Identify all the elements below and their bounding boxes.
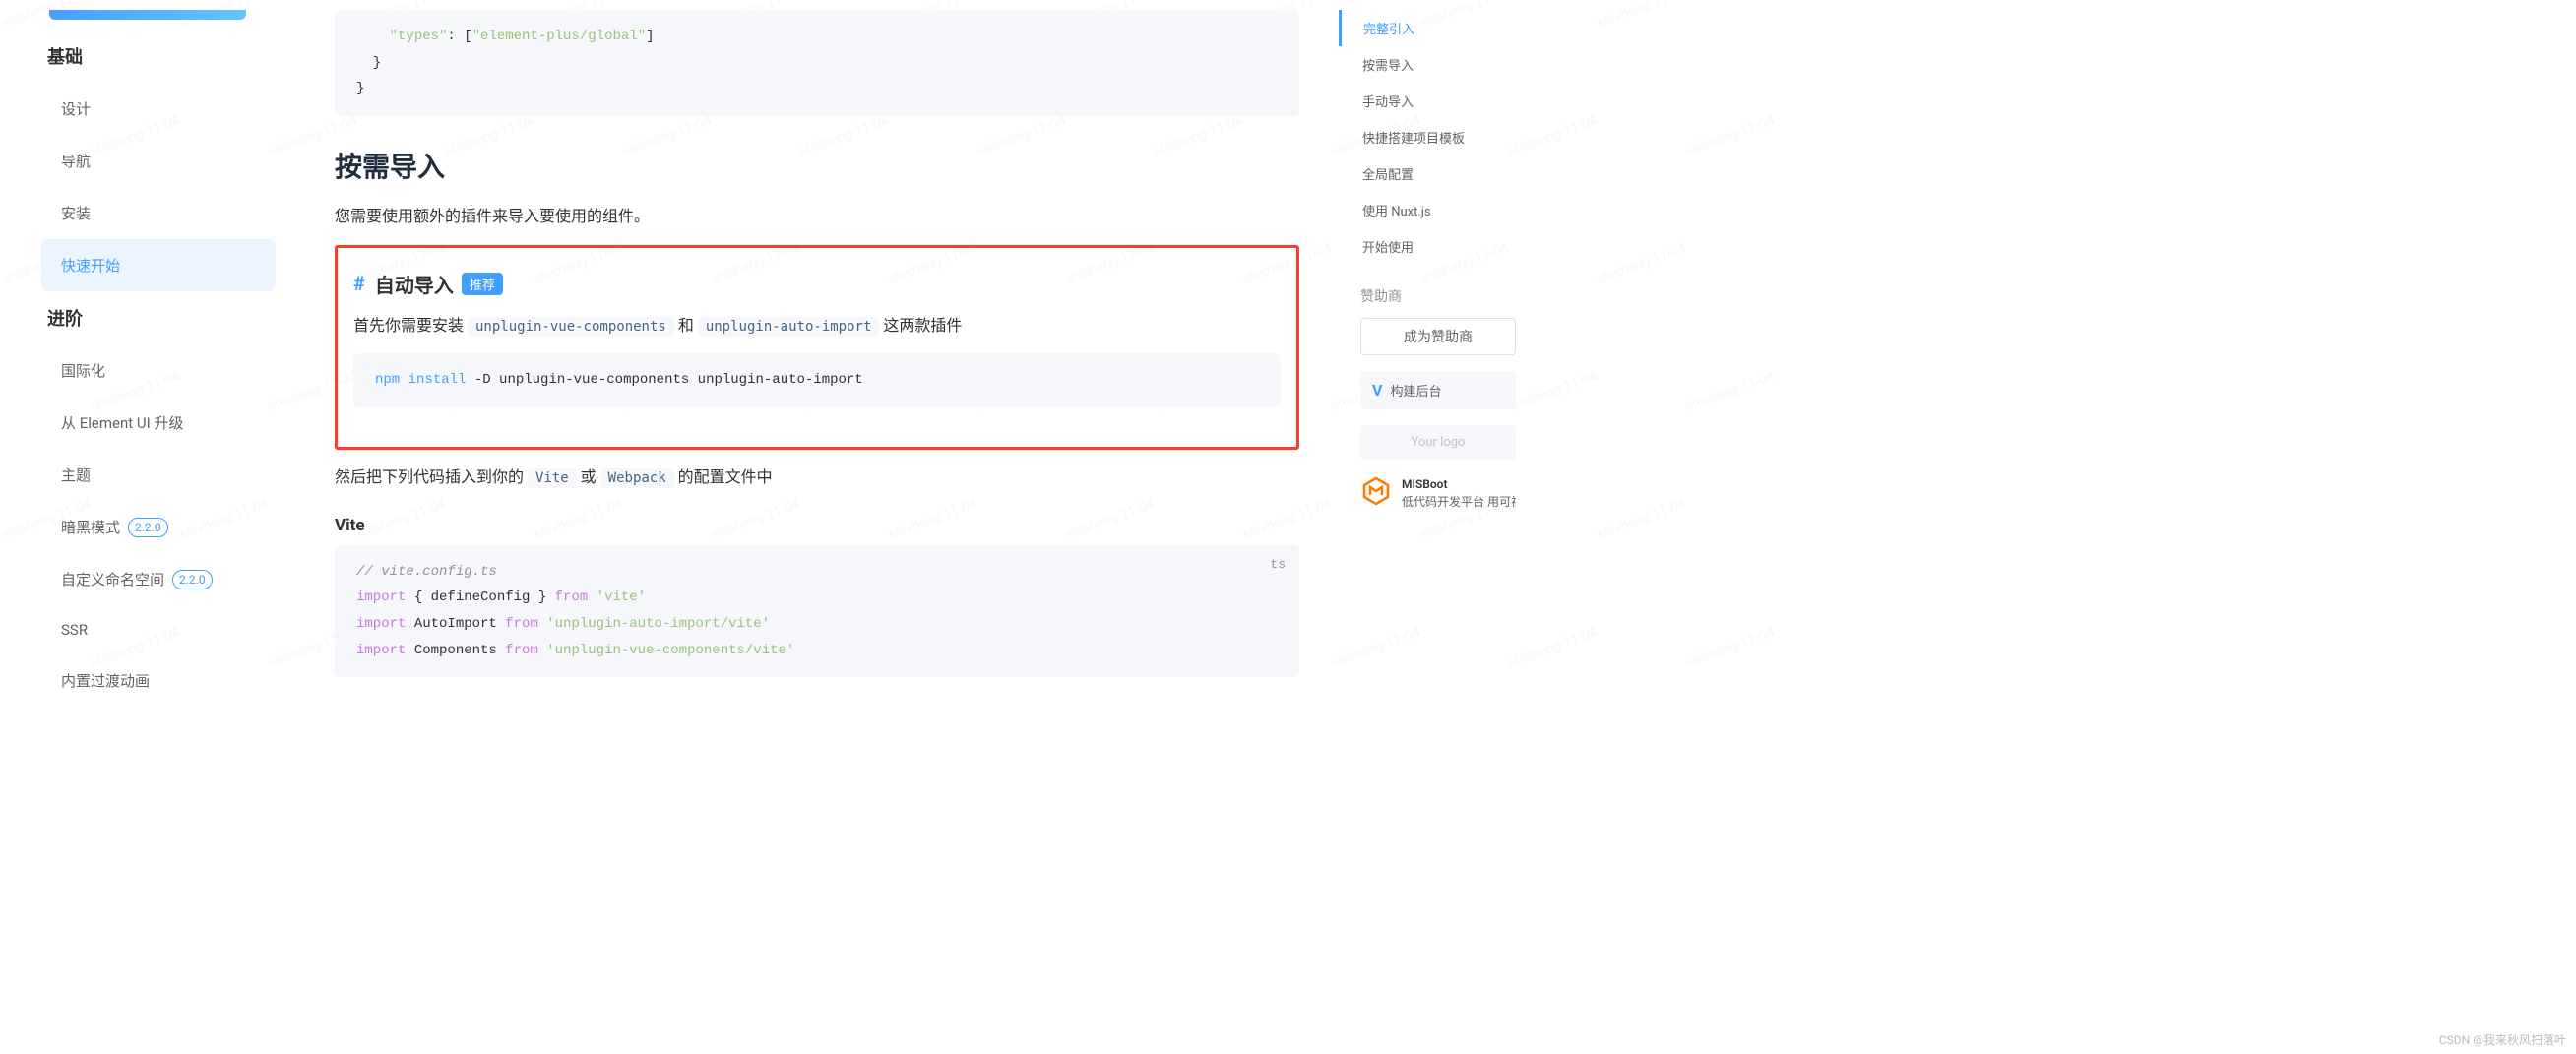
main-content: "types": ["element-plus/global"] } } 按需导… (295, 0, 1339, 716)
sidebar-item-nav[interactable]: 导航 (0, 135, 295, 187)
paragraph: 然后把下列代码插入到你的 Vite 或 Webpack 的配置文件中 (335, 464, 1299, 492)
sidebar-group: 进阶 国际化 从 Element UI 升级 主题 暗黑模式 2.2.0 自定义… (0, 291, 295, 707)
toc-item-start[interactable]: 开始使用 (1339, 228, 1516, 265)
misboot-icon (1360, 475, 1392, 507)
become-sponsor-button[interactable]: 成为赞助商 (1360, 318, 1516, 355)
toc-item-global-config[interactable]: 全局配置 (1339, 155, 1516, 192)
code-block-vite-config: ts// vite.config.ts import { defineConfi… (335, 545, 1299, 677)
heading-vite: Vite (335, 516, 1299, 535)
sponsor-desc: 低代码开发平台 用可视化 (1402, 493, 1516, 511)
sidebar-group: 基础 设计 导航 安装 快速开始 (0, 30, 295, 291)
sidebar-nav: 基础 设计 导航 安装 快速开始 进阶 国际化 从 Element UI 升级 … (0, 0, 295, 716)
heading-auto-import: # 自动导入 推荐 (353, 270, 1281, 298)
toc-item-nuxt[interactable]: 使用 Nuxt.js (1339, 192, 1516, 228)
code-inline: unplugin-auto-import (698, 317, 880, 337)
paragraph: 您需要使用额外的插件来导入要使用的组件。 (335, 203, 1299, 231)
code-inline: unplugin-vue-components (468, 317, 674, 337)
toc-nav: 完整引入 按需导入 手动导入 快捷搭建项目模板 全局配置 使用 Nuxt.js … (1339, 0, 1526, 716)
code-lang-label: ts (1270, 553, 1286, 578)
sidebar-item-ssr[interactable]: SSR (0, 605, 295, 654)
sidebar-item-design[interactable]: 设计 (0, 83, 295, 135)
version-badge: 2.2.0 (128, 518, 168, 537)
code-block-tsconfig: "types": ["element-plus/global"] } } (335, 10, 1299, 116)
sponsor-title: MISBoot (1402, 475, 1516, 493)
sidebar-item-install[interactable]: 安装 (0, 187, 295, 239)
heading-ondemand-import: 按需导入 (335, 146, 1299, 185)
sponsor-card-build[interactable]: V 构建后台 (1360, 371, 1516, 409)
sidebar-item-namespace[interactable]: 自定义命名空间 2.2.0 (0, 553, 295, 605)
sidebar-item-dark[interactable]: 暗黑模式 2.2.0 (0, 501, 295, 553)
sidebar-item-theme[interactable]: 主题 (0, 449, 295, 501)
code-block-npm: npm install -D unplugin-vue-components u… (353, 353, 1281, 407)
sidebar-item-quickstart[interactable]: 快速开始 (41, 239, 276, 291)
highlight-annotation: # 自动导入 推荐 首先你需要安装 unplugin-vue-component… (335, 245, 1299, 450)
code-inline: Vite (528, 468, 577, 488)
anchor-hash-icon[interactable]: # (353, 272, 365, 295)
recommended-tag: 推荐 (462, 273, 503, 295)
sidebar-item-i18n[interactable]: 国际化 (0, 344, 295, 397)
attribution-text: CSDN @我来秋风扫落叶 (2439, 1031, 2566, 1048)
toc-item-manual[interactable]: 手动导入 (1339, 83, 1516, 119)
sidebar-group-title: 进阶 (0, 291, 295, 344)
promo-banner[interactable] (49, 10, 246, 20)
sponsor-heading: 赞助商 (1360, 286, 1516, 306)
version-badge: 2.2.0 (172, 570, 213, 589)
sidebar-item-transition[interactable]: 内置过渡动画 (0, 654, 295, 707)
toc-item-template[interactable]: 快捷搭建项目模板 (1339, 119, 1516, 155)
sponsor-card-placeholder[interactable]: Your logo (1360, 425, 1516, 460)
sidebar-group-title: 基础 (0, 30, 295, 83)
code-inline: Webpack (600, 468, 674, 488)
toc-item-ondemand[interactable]: 按需导入 (1339, 46, 1516, 83)
sidebar-item-upgrade[interactable]: 从 Element UI 升级 (0, 397, 295, 449)
paragraph: 首先你需要安装 unplugin-vue-components 和 unplug… (353, 312, 1281, 341)
sponsor-card-misboot[interactable]: MISBoot 低代码开发平台 用可视化 (1360, 475, 1516, 511)
vue-icon: V (1372, 381, 1382, 400)
toc-item-full-import[interactable]: 完整引入 (1339, 10, 1516, 46)
